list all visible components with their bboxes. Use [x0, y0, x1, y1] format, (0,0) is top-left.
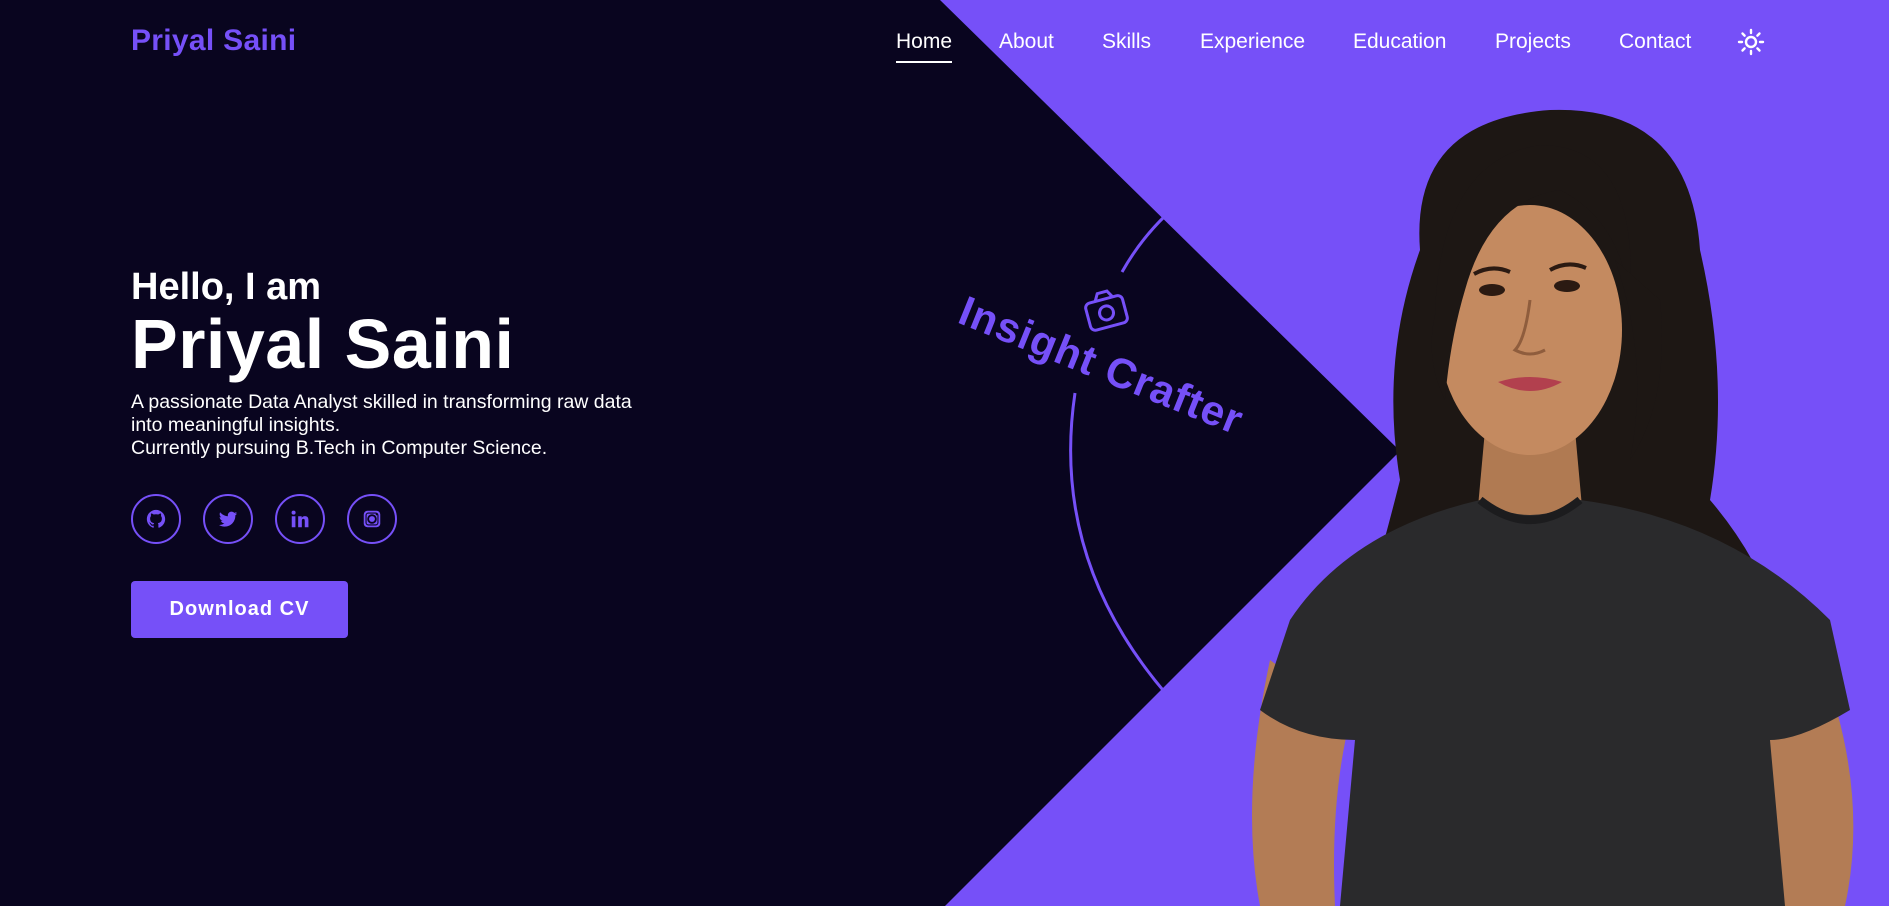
theme-toggle-button[interactable]	[1737, 28, 1765, 56]
nav-contact[interactable]: Contact	[1619, 30, 1691, 54]
hero-greeting: Hello, I am	[131, 266, 322, 308]
hero-name: Priyal Saini	[131, 305, 515, 383]
hero-section: Hello, I am Priyal Saini A passionate Da…	[131, 268, 671, 638]
sun-icon	[1737, 28, 1765, 56]
nav-education[interactable]: Education	[1353, 30, 1446, 54]
nav-experience[interactable]: Experience	[1200, 30, 1305, 54]
github-icon	[146, 509, 166, 528]
hero-description-line: A passionate Data Analyst skilled in tra…	[131, 391, 632, 413]
site-logo[interactable]: Priyal Saini	[131, 24, 296, 58]
instagram-icon	[363, 510, 381, 528]
twitter-link[interactable]	[203, 494, 253, 544]
nav-projects[interactable]: Projects	[1495, 30, 1571, 54]
twitter-icon	[218, 511, 238, 527]
social-links	[131, 494, 671, 544]
hero-description-line: into meaningful insights.	[131, 414, 341, 436]
linkedin-icon	[291, 510, 309, 528]
github-link[interactable]	[131, 494, 181, 544]
profile-portrait	[1252, 109, 1854, 906]
linkedin-link[interactable]	[275, 494, 325, 544]
hero-description-line: Currently pursuing B.Tech in Computer Sc…	[131, 437, 548, 459]
nav-skills[interactable]: Skills	[1102, 30, 1151, 54]
instagram-link[interactable]	[347, 494, 397, 544]
hero-description: A passionate Data Analyst skilled in tra…	[131, 391, 671, 460]
download-cv-button[interactable]: Download CV	[131, 581, 348, 638]
site-header: Priyal Saini Home About Skills Experienc…	[0, 0, 1889, 84]
nav-about[interactable]: About	[999, 30, 1054, 54]
nav-home[interactable]: Home	[896, 30, 953, 63]
